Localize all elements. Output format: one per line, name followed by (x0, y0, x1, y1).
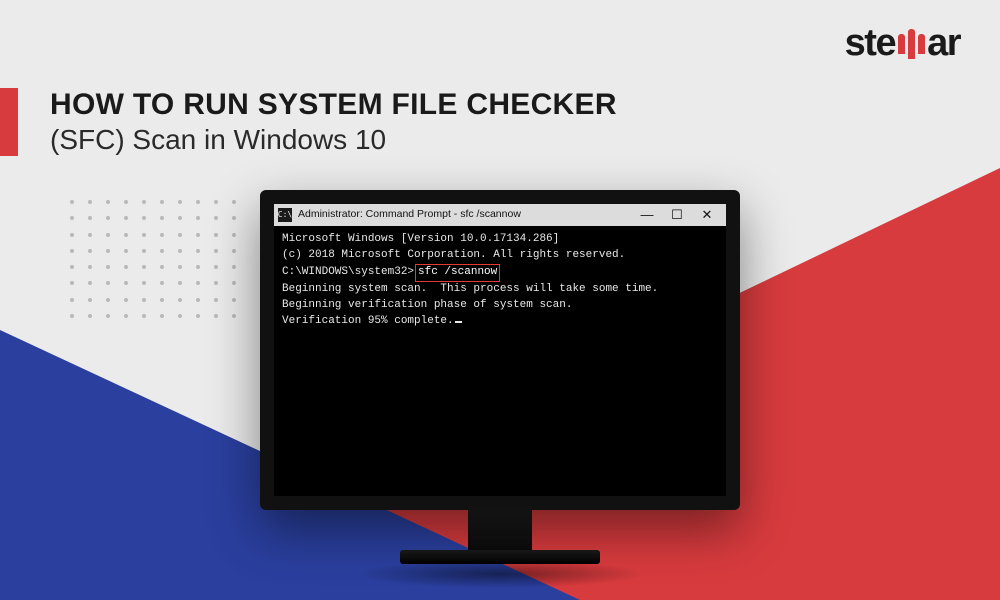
cmd-line-verify2: Verification 95% complete. (282, 314, 454, 330)
cmd-icon: C:\ (278, 208, 292, 222)
window-controls: — ☐ ✕ (632, 204, 722, 226)
logo-text-post: ar (927, 22, 960, 65)
stellar-logo: ste ar (845, 22, 960, 65)
cmd-body: Microsoft Windows [Version 10.0.17134.28… (274, 226, 726, 426)
monitor-screen: C:\ Administrator: Command Prompt - sfc … (260, 190, 740, 510)
decorative-dot-grid (70, 200, 250, 330)
monitor-illustration: C:\ Administrator: Command Prompt - sfc … (260, 190, 740, 588)
page-title-line1: HOW TO RUN SYSTEM FILE CHECKER (50, 88, 617, 122)
logo-bars-icon (896, 29, 926, 59)
cmd-line-verify1: Beginning verification phase of system s… (282, 298, 718, 314)
close-button[interactable]: ✕ (692, 204, 722, 226)
cmd-line-version: Microsoft Windows [Version 10.0.17134.28… (282, 232, 718, 248)
cmd-line-copyright: (c) 2018 Microsoft Corporation. All righ… (282, 248, 718, 264)
minimize-button[interactable]: — (632, 204, 662, 226)
monitor-stand-neck (468, 510, 532, 550)
cmd-prompt-line: C:\WINDOWS\system32> sfc /scannow (282, 264, 718, 282)
title-block: HOW TO RUN SYSTEM FILE CHECKER (SFC) Sca… (0, 88, 617, 156)
cmd-prompt: C:\WINDOWS\system32> (282, 265, 414, 281)
cmd-window-title: Administrator: Command Prompt - sfc /sca… (298, 207, 521, 222)
command-prompt-window: C:\ Administrator: Command Prompt - sfc … (274, 204, 726, 426)
title-accent-bar (0, 88, 18, 156)
logo-text-pre: ste (845, 22, 895, 65)
cmd-line-verify2-wrap: Verification 95% complete. (282, 314, 718, 330)
cmd-command-highlight: sfc /scannow (415, 264, 500, 282)
cmd-line-begin: Beginning system scan. This process will… (282, 282, 718, 298)
page-title-line2: (SFC) Scan in Windows 10 (50, 124, 617, 156)
maximize-button[interactable]: ☐ (662, 204, 692, 226)
monitor-shadow (355, 560, 645, 588)
cmd-titlebar: C:\ Administrator: Command Prompt - sfc … (274, 204, 726, 226)
cmd-cursor-icon (455, 321, 462, 323)
